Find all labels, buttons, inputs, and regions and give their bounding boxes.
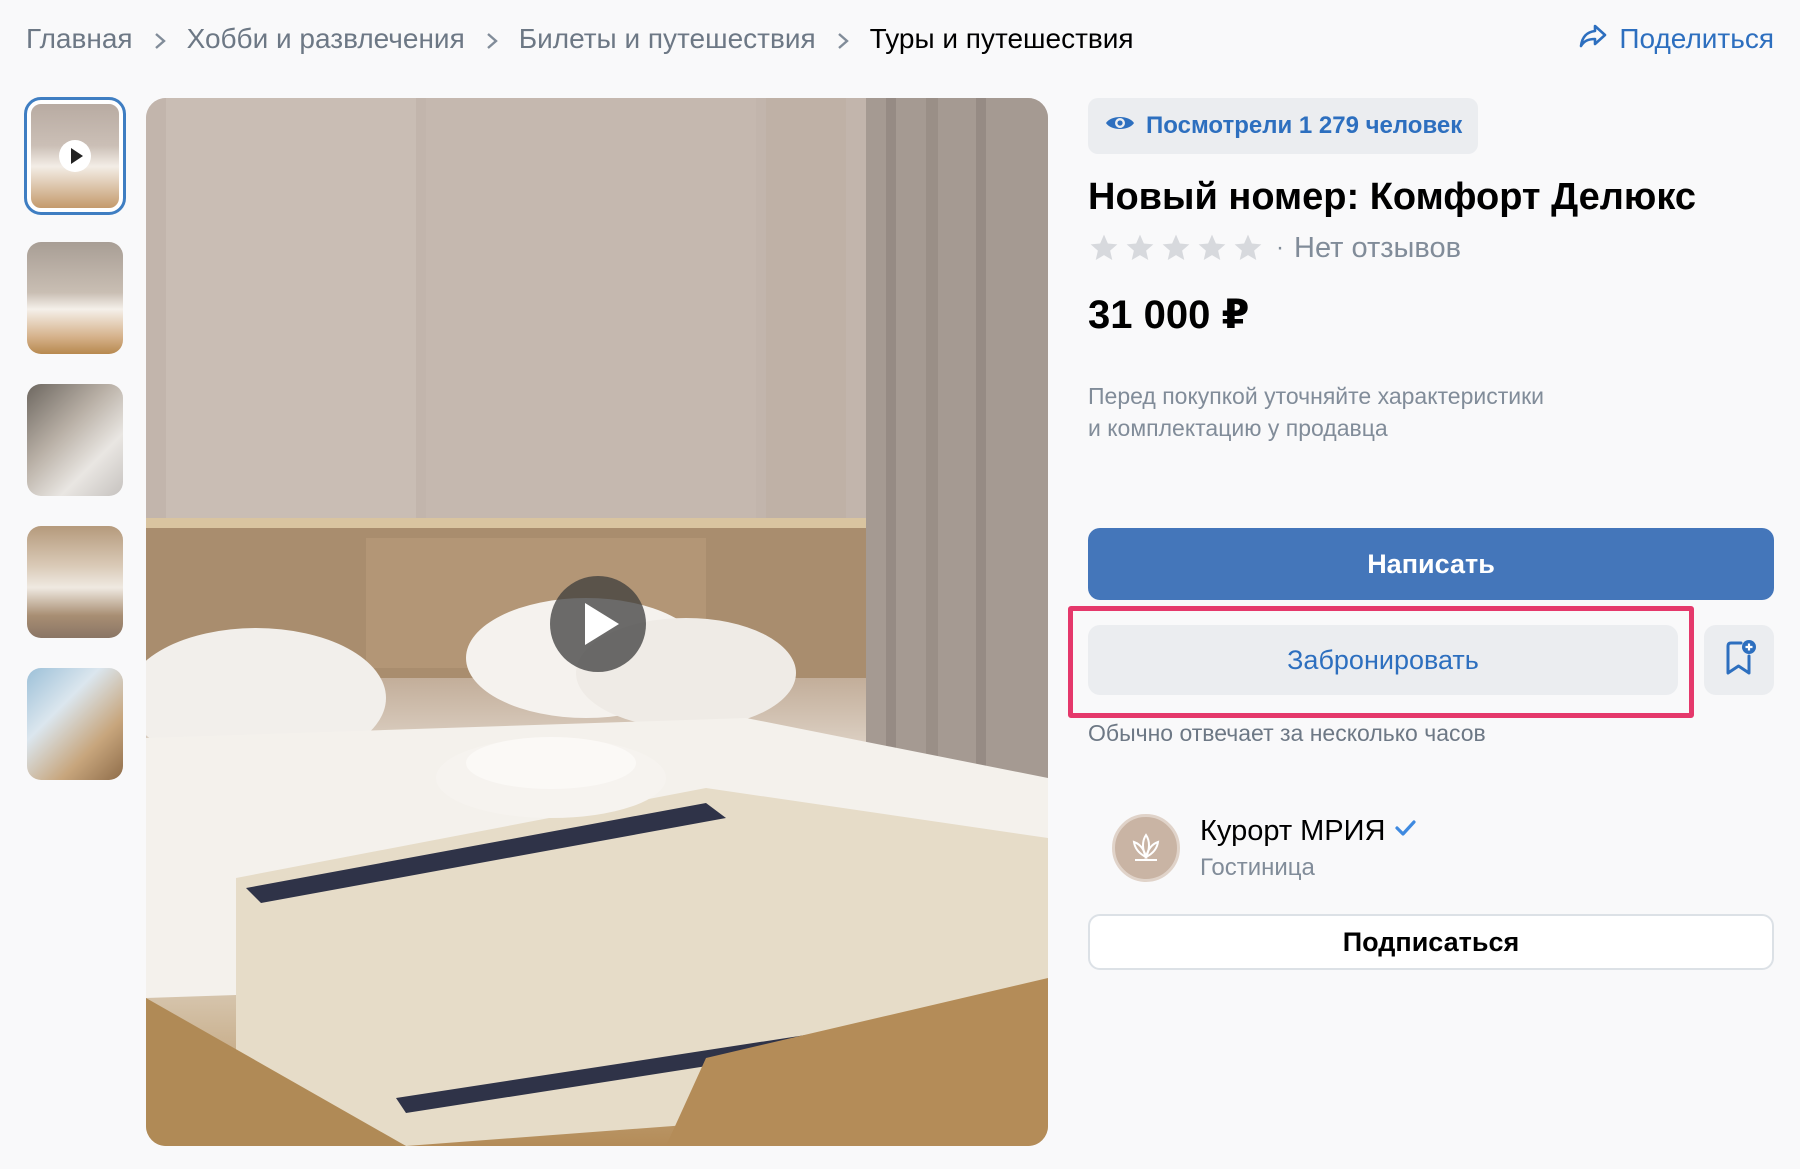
chevron-right-icon	[465, 23, 519, 55]
views-count: Посмотрели 1 279 человек	[1146, 112, 1463, 139]
seller-type: Гостиница	[1200, 853, 1315, 881]
chevron-right-icon	[816, 23, 870, 55]
chevron-right-icon	[133, 23, 187, 55]
seller-name-row[interactable]: Курорт МРИЯ	[1200, 815, 1417, 848]
reply-time: Обычно отвечает за несколько часов	[1088, 720, 1486, 746]
breadcrumb-current: Туры и путешествия	[869, 23, 1134, 54]
product-title: Новый номер: Комфорт Делюкс	[1088, 176, 1696, 218]
views-badge: Посмотрели 1 279 человек	[1088, 98, 1479, 154]
price: 31 000 ₽	[1088, 293, 1250, 337]
eye-icon	[1104, 112, 1136, 141]
product-info: Посмотрели 1 279 человек Новый номер: Ко…	[1068, 98, 1774, 970]
share-arrow-icon	[1577, 20, 1609, 59]
verified-check-icon	[1393, 815, 1417, 848]
seller-name: Курорт МРИЯ	[1200, 814, 1386, 847]
star-icon	[1126, 234, 1154, 260]
star-icon	[1198, 234, 1226, 260]
thumbnail-photo[interactable]	[27, 526, 123, 638]
lotus-logo-icon	[1132, 833, 1160, 861]
thumbnail-photo[interactable]	[27, 668, 123, 780]
breadcrumb: Главная Хобби и развлечения Билеты и пут…	[26, 18, 1134, 60]
play-icon	[59, 140, 91, 172]
play-video-button[interactable]	[550, 576, 646, 672]
breadcrumb-tickets[interactable]: Билеты и путешествия	[519, 23, 816, 55]
thumbnail-video[interactable]	[24, 97, 126, 215]
thumbnail-photo[interactable]	[27, 242, 123, 354]
purchase-note-line: Перед покупкой уточняйте характеристики	[1088, 383, 1545, 409]
purchase-note-line: и комплектацию у продавца	[1088, 415, 1388, 441]
seller-card: Курорт МРИЯ Гостиница	[1112, 814, 1417, 882]
subscribe-button[interactable]: Подписаться	[1088, 914, 1774, 970]
main-photo[interactable]	[146, 98, 1048, 1146]
rating-row: · Нет отзывов	[1088, 228, 1774, 268]
write-message-button[interactable]: Написать	[1088, 528, 1774, 600]
purchase-note: Перед покупкой уточняйте характеристики …	[1088, 380, 1774, 444]
separator-dot: ·	[1276, 234, 1284, 261]
reviews-link[interactable]: Нет отзывов	[1294, 232, 1461, 265]
book-button[interactable]: Забронировать	[1088, 625, 1678, 695]
share-button[interactable]: Поделиться	[1577, 18, 1774, 60]
star-icon	[1162, 234, 1190, 260]
share-label: Поделиться	[1619, 23, 1774, 54]
thumbnail-list	[24, 97, 127, 810]
bookmark-add-icon	[1719, 638, 1759, 683]
add-bookmark-button[interactable]	[1704, 625, 1774, 695]
star-icon	[1234, 234, 1262, 260]
rating-stars[interactable]	[1088, 232, 1264, 264]
thumbnail-photo[interactable]	[27, 384, 123, 496]
breadcrumb-hobbies[interactable]: Хобби и развлечения	[187, 23, 465, 55]
seller-avatar[interactable]	[1112, 814, 1180, 882]
breadcrumb-home[interactable]: Главная	[26, 23, 133, 55]
star-icon	[1090, 234, 1118, 260]
